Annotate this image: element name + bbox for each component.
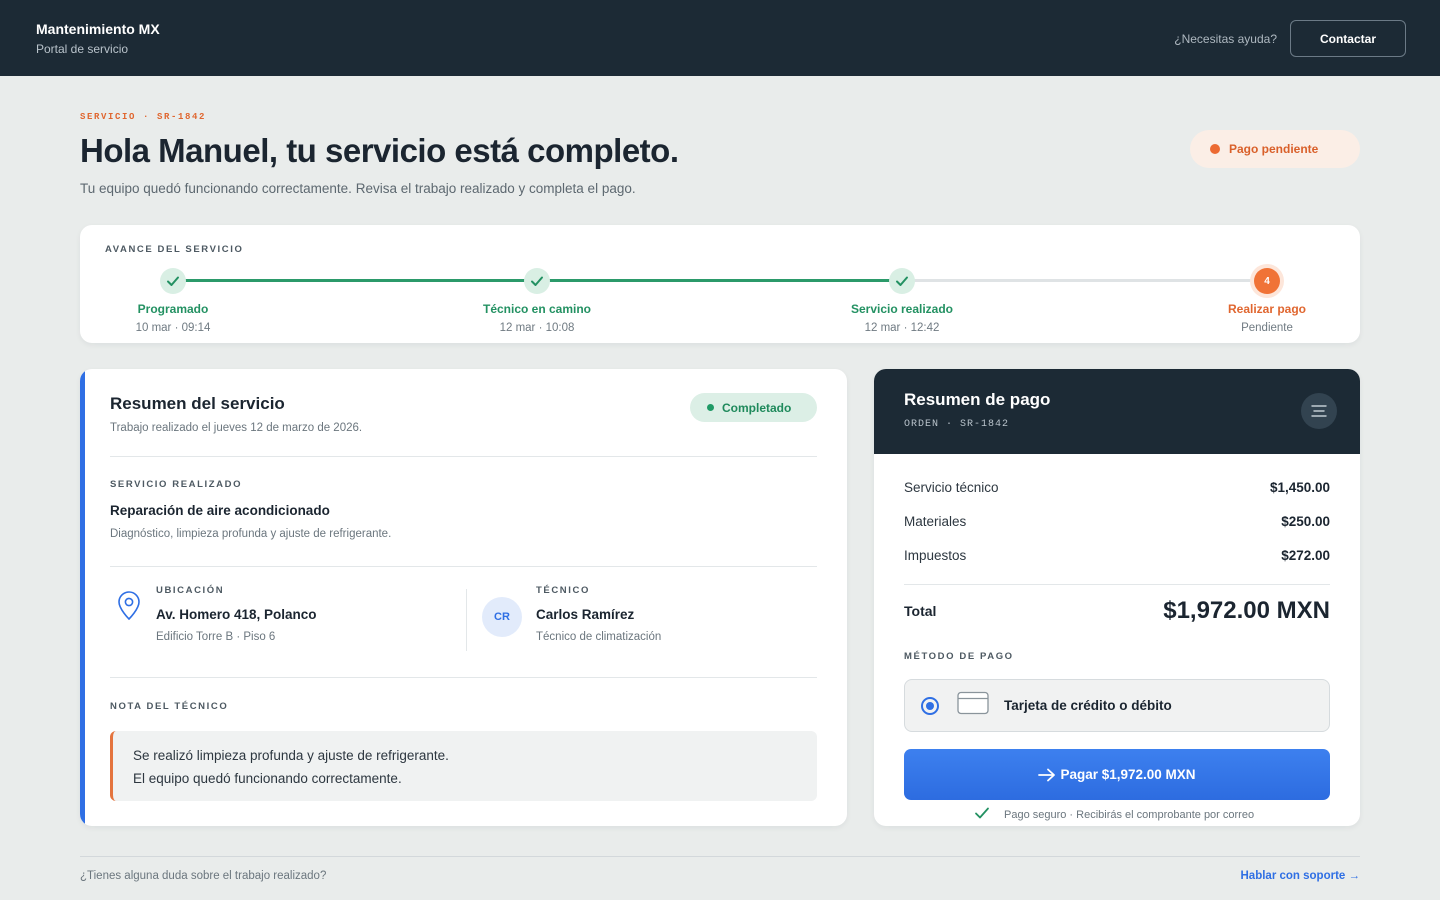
note-line: El equipo quedó funcionando correctament…	[133, 771, 402, 786]
technician-avatar: CR	[482, 597, 522, 637]
line-item: Materiales $250.00	[904, 514, 1330, 529]
payment-method-radio[interactable]	[921, 696, 939, 715]
location-address: Av. Homero 418, Polanco	[156, 607, 317, 622]
check-icon	[889, 268, 915, 294]
step-number-badge: 4	[1254, 268, 1280, 294]
status-dot	[1210, 144, 1220, 154]
radio-dot	[926, 701, 934, 710]
check-icon	[160, 268, 186, 294]
check-icon	[524, 268, 550, 294]
service-done-label: SERVICIO REALIZADO	[110, 479, 243, 490]
total-row: Total $1,972.00 MXN	[904, 597, 1330, 625]
service-name: Reparación de aire acondicionado	[110, 503, 330, 518]
completed-badge: Completado	[690, 393, 817, 422]
payment-summary-card: Resumen de pago ORDEN · SR-1842 Servicio…	[874, 369, 1360, 826]
step-name: Técnico en camino	[482, 302, 592, 316]
service-description: Diagnóstico, limpieza profunda y ajuste …	[110, 528, 392, 540]
contact-button[interactable]: Contactar	[1290, 20, 1406, 57]
step-name: Realizar pago	[1227, 302, 1307, 316]
progress-card: AVANCE DEL SERVICIO Programado 10 mar · …	[80, 225, 1360, 343]
check-icon	[975, 807, 989, 818]
menu-lines-icon	[1311, 405, 1327, 417]
vertical-divider	[466, 589, 467, 651]
service-eyebrow: SERVICIO · SR-1842	[80, 112, 207, 122]
line-item: Servicio técnico $1,450.00	[904, 480, 1330, 495]
payment-method-name: Tarjeta de crédito o débito	[1004, 698, 1172, 713]
line-item-label: Servicio técnico	[904, 480, 999, 495]
receipt-menu-button[interactable]	[1301, 393, 1337, 429]
payment-header: Resumen de pago ORDEN · SR-1842	[874, 369, 1360, 454]
line-item-label: Impuestos	[904, 548, 967, 563]
pay-button[interactable]: Pagar $1,972.00 MXN	[904, 749, 1330, 800]
note-line: Se realizó limpieza profunda y ajuste de…	[133, 748, 449, 763]
service-summary-title: Resumen del servicio	[110, 394, 285, 413]
payment-method-label: MÉTODO DE PAGO	[904, 651, 1014, 662]
progress-step-tecnico: Técnico en camino 12 mar · 10:08	[437, 268, 637, 334]
progress-step-realizado: Servicio realizado 12 mar · 12:42	[802, 268, 1002, 334]
service-summary-subtitle: Trabajo realizado el jueves 12 de marzo …	[110, 422, 363, 434]
step-date: 12 mar · 12:42	[864, 322, 940, 334]
line-item-amount: $250.00	[1281, 514, 1330, 529]
secure-payment-text: Pago seguro · Recibirás el comprobante p…	[1004, 809, 1255, 821]
divider	[110, 566, 817, 567]
line-item-amount: $1,450.00	[1269, 480, 1330, 495]
page-title: Hola Manuel, tu servicio está completo.	[80, 132, 679, 169]
progress-label: AVANCE DEL SERVICIO	[105, 244, 244, 255]
payment-title: Resumen de pago	[904, 390, 1051, 409]
brand-name: Mantenimiento MX	[36, 21, 160, 37]
order-number: ORDEN · SR-1842	[904, 419, 1010, 430]
footer-divider	[80, 856, 1360, 857]
divider	[110, 677, 817, 678]
technician-name: Carlos Ramírez	[536, 607, 635, 622]
payment-method-option[interactable]: Tarjeta de crédito o débito	[904, 679, 1330, 732]
technician-note-label: NOTA DEL TÉCNICO	[110, 701, 229, 712]
technician-label: TÉCNICO	[536, 585, 590, 596]
step-name: Servicio realizado	[850, 302, 954, 316]
step-name: Programado	[137, 302, 209, 316]
step-date: Pendiente	[1241, 322, 1293, 334]
progress-step-programado: Programado 10 mar · 09:14	[73, 268, 273, 334]
divider	[904, 584, 1330, 585]
credit-card-icon	[957, 691, 989, 720]
brand-subtitle: Portal de servicio	[36, 42, 129, 56]
service-summary-card: Resumen del servicio Trabajo realizado e…	[80, 369, 847, 826]
total-label: Total	[904, 603, 937, 619]
line-item: Impuestos $272.00	[904, 548, 1330, 563]
step-date: 12 mar · 10:08	[499, 322, 575, 334]
support-link[interactable]: Hablar con soporte →	[1241, 870, 1361, 882]
top-bar: Mantenimiento MX Portal de servicio ¿Nec…	[0, 0, 1440, 76]
completed-label: Completado	[722, 400, 792, 415]
payment-status-label: Pago pendiente	[1229, 142, 1319, 156]
secure-payment-note: Pago seguro · Recibirás el comprobante p…	[974, 804, 1254, 821]
divider	[110, 456, 817, 457]
page-subtitle: Tu equipo quedó funcionando correctament…	[80, 181, 636, 196]
total-amount: $1,972.00 MXN	[1163, 597, 1330, 624]
pay-button-label: Pagar $1,972.00 MXN	[1060, 767, 1196, 782]
line-item-label: Materiales	[904, 514, 967, 529]
location-detail: Edificio Torre B · Piso 6	[156, 631, 276, 643]
arrow-right-icon	[1038, 768, 1056, 781]
payment-status-badge: Pago pendiente	[1190, 130, 1360, 168]
step-date: 10 mar · 09:14	[135, 322, 211, 334]
footer-question: ¿Tienes alguna duda sobre el trabajo rea…	[80, 870, 327, 882]
progress-step-pago: 4 Realizar pago Pendiente	[1167, 268, 1367, 334]
technician-note: Se realizó limpieza profunda y ajuste de…	[110, 731, 817, 801]
technician-role: Técnico de climatización	[536, 631, 662, 643]
location-pin-icon	[116, 591, 142, 626]
line-item-amount: $272.00	[1281, 548, 1330, 563]
card-accent-bar	[80, 369, 85, 826]
help-text: ¿Necesitas ayuda?	[1174, 32, 1277, 46]
status-dot	[707, 404, 714, 411]
location-label: UBICACIÓN	[156, 585, 225, 596]
